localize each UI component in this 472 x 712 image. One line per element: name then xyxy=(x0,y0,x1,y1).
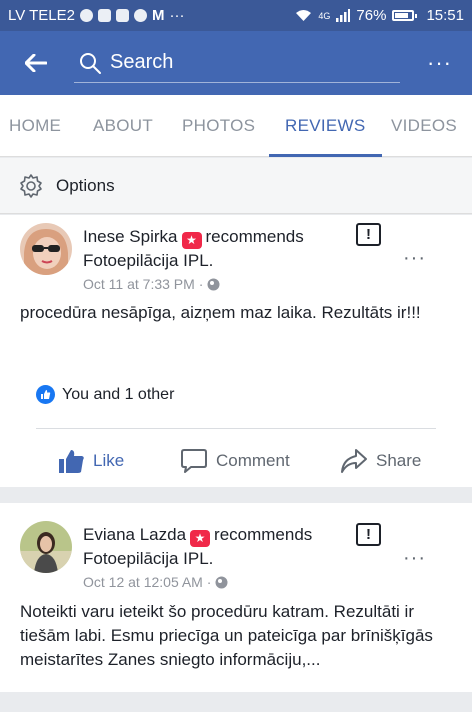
options-label: Options xyxy=(56,175,115,195)
search-bar[interactable] xyxy=(74,43,400,83)
review-post: Inese Spirka ★ recommends Fotoepilācija IP… xyxy=(0,215,472,487)
cloud-icon xyxy=(134,9,147,22)
comment-button[interactable]: Comment xyxy=(180,443,290,479)
post-meta: Oct 12 at 12:05 AM · xyxy=(83,574,228,590)
more-notifications: ··· xyxy=(169,7,185,24)
back-button[interactable] xyxy=(0,31,72,95)
page-tabs: HOME ABOUT PHOTOS REVIEWS VIDEOS xyxy=(0,95,472,157)
recommend-text: recommends xyxy=(214,525,313,544)
report-flag-icon[interactable]: ! xyxy=(356,223,381,246)
search-input[interactable] xyxy=(110,51,370,74)
gmail-icon: M xyxy=(152,7,165,24)
youtube-icon xyxy=(98,9,111,22)
carrier-label: LV TELE2 xyxy=(8,7,75,24)
meta-separator: · xyxy=(206,574,212,590)
post-text: Noteikti varu ieteikt šo procedūru katra… xyxy=(20,602,433,669)
review-post: Eviana Lazda ★ recommends Fotoepilācija IP… xyxy=(0,503,472,692)
avatar[interactable] xyxy=(20,223,72,275)
search-icon xyxy=(80,52,101,74)
whatsapp-icon xyxy=(80,9,93,22)
back-arrow-icon xyxy=(25,54,47,72)
author-name[interactable]: Eviana Lazda xyxy=(83,525,186,544)
post-text: procedūra nesāpīga, aizņem maz laika. Re… xyxy=(20,303,421,322)
wifi-icon xyxy=(296,10,312,21)
app-header: ··· xyxy=(0,31,472,95)
comment-icon xyxy=(181,449,207,473)
thumbs-up-icon xyxy=(59,450,84,473)
tab-reviews[interactable]: REVIEWS xyxy=(269,95,381,157)
clock: 15:51 xyxy=(426,7,464,24)
post-timestamp[interactable]: Oct 12 at 12:05 AM xyxy=(83,574,203,590)
gear-icon xyxy=(20,173,42,198)
tab-videos[interactable]: VIDEOS xyxy=(391,95,457,157)
overflow-menu-button[interactable]: ··· xyxy=(427,52,452,74)
post-actions: Like Comment Share xyxy=(0,443,472,479)
author-name[interactable]: Inese Spirka xyxy=(83,227,178,246)
post-headline: Inese Spirka ★ recommends Fotoepilācija IP… xyxy=(83,225,373,272)
like-button[interactable]: Like xyxy=(58,443,124,479)
post-timestamp[interactable]: Oct 11 at 7:33 PM xyxy=(83,276,195,292)
post-more-button[interactable]: ··· xyxy=(403,547,426,570)
post-more-button[interactable]: ··· xyxy=(403,247,426,270)
share-label: Share xyxy=(376,451,422,470)
globe-icon xyxy=(207,278,220,291)
network-label: 4G xyxy=(318,10,331,21)
reactions-summary[interactable]: You and 1 other xyxy=(36,385,174,404)
avatar[interactable] xyxy=(20,521,72,573)
globe-icon xyxy=(215,576,228,589)
recommend-badge-icon: ★ xyxy=(190,530,211,547)
share-icon xyxy=(341,449,367,473)
like-reaction-icon xyxy=(36,385,55,404)
instagram-icon xyxy=(116,9,129,22)
tab-about[interactable]: ABOUT xyxy=(93,95,153,157)
signal-icon xyxy=(336,9,351,22)
share-button[interactable]: Share xyxy=(340,443,421,479)
page-name[interactable]: Fotoepilācija IPL. xyxy=(83,549,213,568)
tab-photos[interactable]: PHOTOS xyxy=(182,95,255,157)
comment-label: Comment xyxy=(216,451,290,470)
battery-percent: 76% xyxy=(356,7,387,24)
like-label: Like xyxy=(93,451,125,470)
divider xyxy=(36,428,436,429)
recommend-badge-icon: ★ xyxy=(181,232,202,249)
recommend-text: recommends xyxy=(205,227,304,246)
battery-icon xyxy=(392,10,418,21)
tab-home[interactable]: HOME xyxy=(9,95,61,157)
report-flag-icon[interactable]: ! xyxy=(356,523,381,546)
post-meta: Oct 11 at 7:33 PM · xyxy=(83,276,220,292)
reactions-count: You and 1 other xyxy=(62,385,175,403)
page-name[interactable]: Fotoepilācija IPL. xyxy=(83,251,213,270)
status-bar: LV TELE2 M ··· 4G 76% 15:51 xyxy=(0,0,472,31)
post-headline: Eviana Lazda ★ recommends Fotoepilācija IP… xyxy=(83,523,373,570)
meta-separator: · xyxy=(198,276,204,292)
options-row[interactable]: Options xyxy=(0,158,472,214)
